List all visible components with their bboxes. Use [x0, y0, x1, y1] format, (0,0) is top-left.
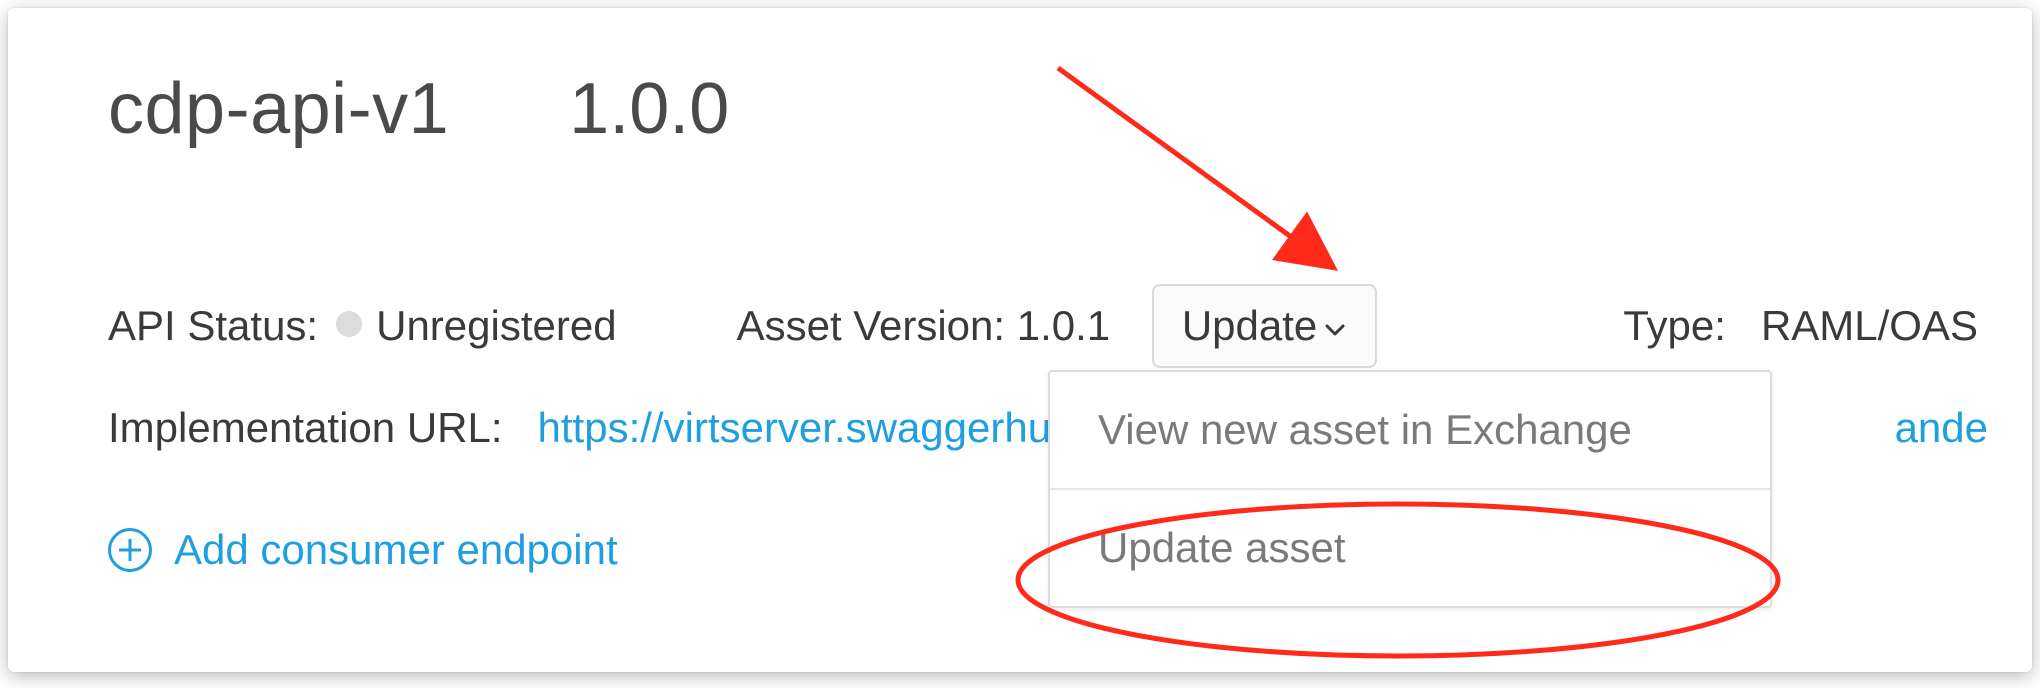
asset-version-value: 1.0.1 — [1017, 302, 1110, 349]
implementation-url-link[interactable]: https://virtserver.swaggerhub.c — [538, 404, 1108, 451]
title-row: cdp-api-v1 1.0.0 — [108, 68, 729, 150]
api-type-value: RAML/OAS — [1761, 302, 1978, 349]
menu-item-update-asset[interactable]: Update asset — [1050, 488, 1770, 606]
annotation-arrow — [1018, 48, 1438, 308]
api-type-label: Type: — [1623, 302, 1726, 349]
update-asset-button[interactable]: Update — [1152, 284, 1377, 368]
implementation-url-row: Implementation URL: https://virtserver.s… — [108, 404, 1107, 452]
plus-circle-icon — [108, 528, 152, 572]
meta-row: API Status: Unregistered Asset Version: … — [108, 284, 1988, 368]
api-type-block: Type: RAML/OAS — [1623, 302, 1988, 350]
chevron-down-icon — [1323, 304, 1347, 352]
implementation-url-label: Implementation URL: — [108, 404, 503, 451]
update-button-label: Update — [1182, 302, 1317, 350]
api-status-label: API Status: — [108, 302, 318, 350]
status-dot-icon — [336, 311, 362, 337]
add-consumer-endpoint-label: Add consumer endpoint — [174, 526, 618, 574]
add-consumer-endpoint-button[interactable]: Add consumer endpoint — [108, 526, 618, 574]
update-dropdown-menu: View new asset in Exchange Update asset — [1048, 370, 1772, 608]
implementation-url-overflow: ande — [1895, 404, 1988, 452]
api-status-value: Unregistered — [376, 302, 616, 350]
asset-version-block: Asset Version: 1.0.1 Update — [737, 284, 1378, 368]
api-settings-card: cdp-api-v1 1.0.0 API Status: Unregistere… — [8, 8, 2032, 672]
menu-item-view-new-asset[interactable]: View new asset in Exchange — [1050, 372, 1770, 488]
api-name: cdp-api-v1 — [108, 68, 449, 150]
api-major-version: 1.0.0 — [569, 68, 729, 150]
asset-version-label: Asset Version: — [737, 302, 1005, 349]
